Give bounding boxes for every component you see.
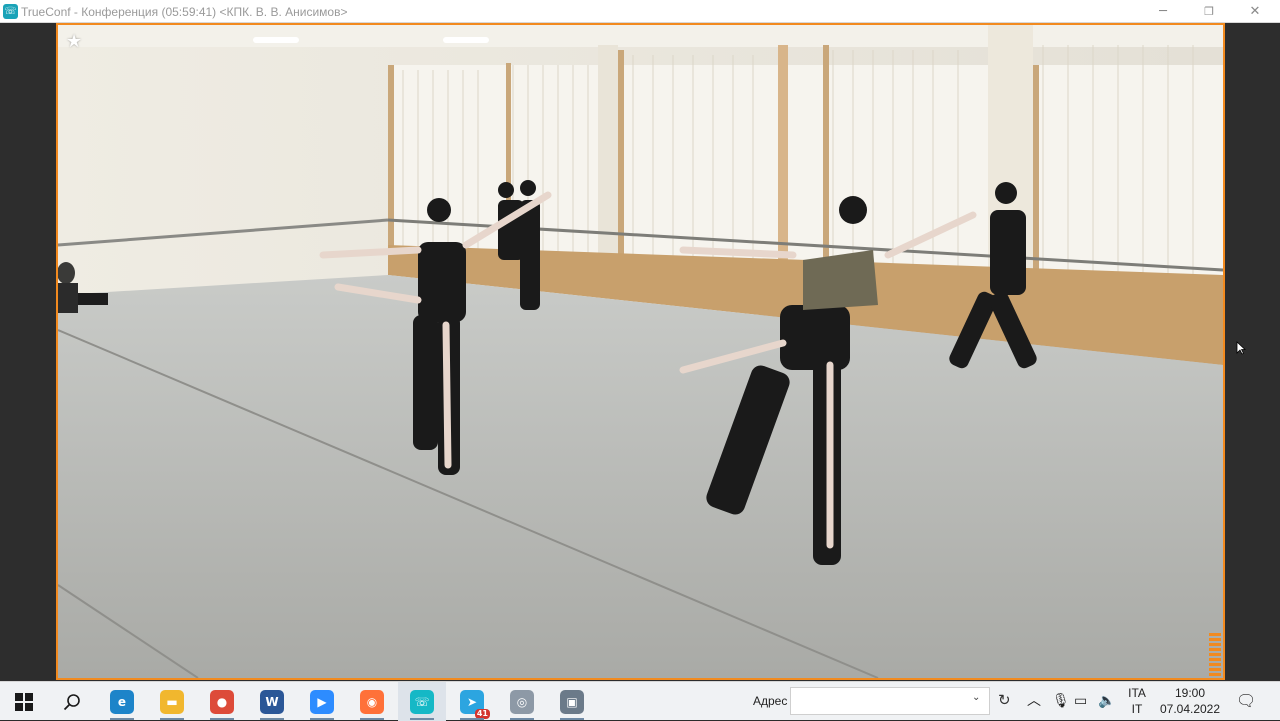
- search-button[interactable]: [48, 682, 96, 721]
- conference-stage: ★: [0, 23, 1280, 681]
- taskbar-file-explorer-button[interactable]: ▬: [148, 682, 196, 721]
- taskbar: e ▬ ● W ▶ ◉ ☏ ➤ 41 ◎ ▣ Адрес ⌄ ↻ ︿ 🎙 ▭ 🔈 ITA IT 19…: [0, 681, 1280, 721]
- taskbar-telegram-button[interactable]: ➤ 41: [448, 682, 496, 721]
- taskbar-chrome-button[interactable]: ●: [198, 682, 246, 721]
- volume-icon[interactable]: 🔈: [1098, 692, 1115, 710]
- window-title: TrueConf - Конференция (05:59:41) <КПК. …: [21, 5, 348, 19]
- maximize-button[interactable]: ❐: [1186, 0, 1232, 23]
- mouse-cursor-icon: [1236, 341, 1246, 355]
- audio-level-meter: [1209, 630, 1221, 676]
- audio-level-bar: [1209, 668, 1221, 671]
- taskbar-zoom-button[interactable]: ▶: [298, 682, 346, 721]
- windows-logo-icon: [15, 692, 33, 711]
- audio-level-bar: [1209, 648, 1221, 651]
- media-app-icon: ◎: [510, 689, 534, 714]
- telegram-icon: ➤ 41: [460, 689, 490, 719]
- window-titlebar: ☏ TrueConf - Конференция (05:59:41) <КПК…: [0, 0, 1280, 23]
- start-button[interactable]: [0, 682, 48, 721]
- language-code: ITA: [1128, 686, 1146, 700]
- taskbar-word-button[interactable]: W: [248, 682, 296, 721]
- audio-level-bar: [1209, 643, 1221, 646]
- microphone-icon[interactable]: 🎙: [1052, 692, 1070, 710]
- trueconf-app-icon: ☏: [3, 4, 18, 19]
- audio-level-bar: [1209, 663, 1221, 666]
- keyboard-layout: IT: [1131, 702, 1143, 716]
- audio-level-bar: [1209, 673, 1221, 676]
- audio-level-bar: [1209, 633, 1221, 636]
- trueconf-icon: ☏: [410, 689, 434, 714]
- audio-level-bar: [1209, 638, 1221, 641]
- system-clock[interactable]: 19:00 07.04.2022: [1158, 685, 1222, 717]
- minimize-button[interactable]: ─: [1140, 0, 1186, 23]
- file-explorer-icon: ▬: [160, 689, 184, 714]
- word-icon: W: [260, 689, 284, 714]
- zoom-icon: ▶: [310, 689, 334, 714]
- refresh-icon[interactable]: ↻: [998, 691, 1011, 709]
- close-button[interactable]: ✕: [1232, 0, 1278, 23]
- network-icon[interactable]: ▭: [1074, 692, 1087, 710]
- language-indicator[interactable]: ITA IT: [1122, 685, 1152, 717]
- taskbar-camera-app-button[interactable]: ▣: [548, 682, 596, 721]
- address-input[interactable]: [790, 687, 990, 715]
- camera-app-icon: ▣: [560, 689, 584, 714]
- clock-time: 19:00: [1174, 686, 1206, 700]
- chevron-down-icon[interactable]: ⌄: [972, 692, 980, 703]
- taskbar-edge-button[interactable]: e: [98, 682, 146, 721]
- star-icon[interactable]: ★: [66, 33, 84, 51]
- firefox-icon: ◉: [360, 689, 384, 714]
- chrome-icon: ●: [210, 689, 234, 714]
- audio-level-bar: [1209, 653, 1221, 656]
- taskbar-media-app-button[interactable]: ◎: [498, 682, 546, 721]
- ballet-studio-video-image: [58, 25, 1223, 678]
- chevron-up-icon[interactable]: ︿: [1027, 692, 1041, 710]
- unread-count-badge: 41: [474, 708, 490, 719]
- edge-icon: e: [110, 689, 134, 714]
- address-label: Адрес: [753, 694, 788, 708]
- clock-date: 07.04.2022: [1159, 702, 1221, 716]
- taskbar-trueconf-button[interactable]: ☏: [398, 682, 446, 721]
- search-icon: [63, 693, 80, 710]
- action-center-icon[interactable]: 🗨: [1236, 691, 1256, 710]
- taskbar-firefox-button[interactable]: ◉: [348, 682, 396, 721]
- audio-level-bar: [1209, 658, 1221, 661]
- video-feed[interactable]: ★: [56, 23, 1225, 680]
